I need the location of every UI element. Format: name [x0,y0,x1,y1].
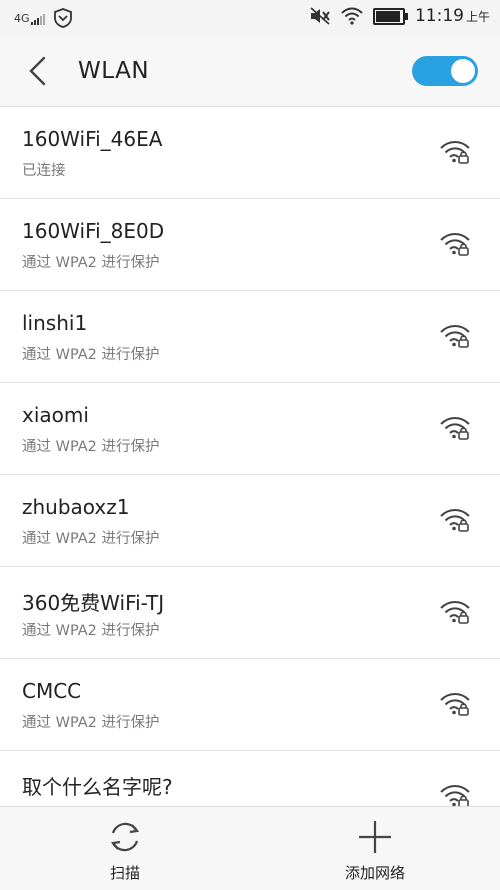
network-item[interactable]: 160WiFi_8E0D 通过 WPA2 进行保护 [0,199,500,291]
status-ampm: 上午 [465,10,490,24]
back-button[interactable] [22,54,56,88]
scan-button[interactable]: 扫描 [55,807,195,890]
page-title: WLAN [78,58,150,84]
network-item[interactable]: CMCC 通过 WPA2 进行保护 [0,659,500,751]
mute-icon [310,7,330,25]
network-item[interactable]: xiaomi 通过 WPA2 进行保护 [0,383,500,475]
network-item[interactable]: linshi1 通过 WPA2 进行保护 [0,291,500,383]
signal-icon [30,13,45,25]
add-network-label: 添加网络 [344,864,405,882]
wifi-secured-icon [440,141,470,164]
wifi-secured-icon [440,509,470,532]
network-status: 已连接 [22,163,66,179]
network-ssid: 160WiFi_46EA [22,127,163,151]
network-ssid: linshi1 [22,311,88,335]
network-ssid: 160WiFi_8E0D [22,219,165,243]
wifi-secured-icon [440,233,470,256]
refresh-icon [110,822,140,852]
network-type: 4G [14,11,30,25]
status-right: 11:19 上午 [309,6,490,26]
wifi-secured-icon [440,693,470,716]
network-ssid: zhubaoxz1 [22,495,130,519]
network-status: 通过 WPA2 进行保护 [22,347,160,363]
header: WLAN [0,36,500,107]
network-item[interactable]: 160WiFi_46EA 已连接 [0,107,500,199]
network-status: 通过 WPA2 进行保护 [22,623,160,639]
network-indicator: 4G [14,12,45,25]
add-network-button[interactable]: 添加网络 [305,807,445,890]
shield-icon [53,8,72,28]
plus-icon [359,821,391,853]
network-ssid: 360免费WiFi-TJ [22,591,165,615]
network-status: 通过 WPA2 进行保护 [22,531,160,547]
back-arrow-icon [29,56,46,86]
network-ssid: CMCC [22,679,82,703]
network-item[interactable]: zhubaoxz1 通过 WPA2 进行保护 [0,475,500,567]
wifi-secured-icon [440,601,470,624]
network-ssid: 取个什么名字呢? [22,775,173,799]
network-status: 通过 WPA2 进行保护 [22,255,160,271]
bottom-bar: 扫描 添加网络 [0,806,500,890]
scan-label: 扫描 [109,864,140,882]
wifi-secured-icon [440,417,470,440]
battery-icon [372,7,408,25]
status-bar: 4G 11:19 上午 [0,0,500,36]
network-status: 通过 WPA2 进行保护 [22,439,160,455]
wifi-secured-icon [440,785,470,806]
network-status: 通过 WPA2 进行保护 [22,715,160,731]
toggle-knob [451,59,475,83]
clock: 11:19 上午 [415,6,490,26]
wifi-status-icon [341,7,363,25]
network-ssid: xiaomi [22,403,89,427]
wlan-toggle[interactable] [412,56,478,86]
network-item[interactable]: 360免费WiFi-TJ 通过 WPA2 进行保护 [0,567,500,659]
network-list: 160WiFi_46EA 已连接 160WiFi_8E0D 通过 WPA2 进行… [0,107,500,806]
network-item[interactable]: 取个什么名字呢? 通过 WPA2 进行保护 [0,751,500,806]
status-left: 4G [14,8,73,28]
wifi-secured-icon [440,325,470,348]
status-time: 11:19 [414,6,464,26]
